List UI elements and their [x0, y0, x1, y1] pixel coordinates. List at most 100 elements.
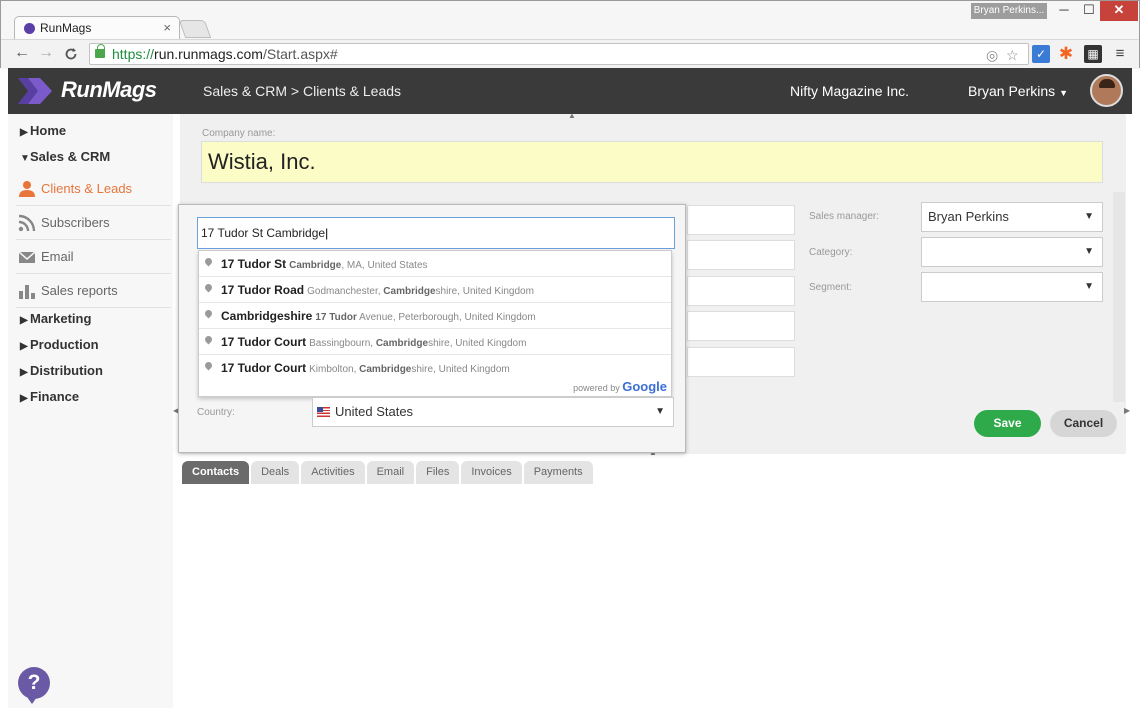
tab-close-icon[interactable]: ×	[163, 17, 171, 39]
suggestion-item[interactable]: 17 Tudor St Cambridge, MA, United States	[199, 251, 671, 277]
minimize-button[interactable]: ─	[1050, 1, 1078, 21]
extension-zapier-icon[interactable]: ✱	[1057, 45, 1075, 63]
caret-down-icon: ▼	[1059, 88, 1069, 98]
forward-icon[interactable]: →	[38, 44, 54, 62]
sidebar-item-email[interactable]: Email	[16, 240, 171, 274]
logo-text[interactable]: RunMags	[61, 77, 157, 103]
url-protocol: https://	[112, 46, 155, 62]
suggestion-item[interactable]: 17 Tudor Court Kimbolton, Cambridgeshire,…	[199, 355, 671, 381]
runmags-favicon-icon	[24, 23, 35, 34]
reload-icon[interactable]	[64, 47, 78, 61]
sidebar-item-finance[interactable]: ▶ Finance	[20, 389, 79, 404]
user-name: Bryan Perkins	[968, 83, 1056, 99]
suggestion-main: 17 Tudor Court	[221, 335, 307, 349]
address-bar[interactable]: https://run.runmags.com/Start.aspx# ◎ ☆	[89, 43, 1029, 65]
sales-manager-label: Sales manager:	[809, 211, 880, 222]
sidebar-item-label: Distribution	[30, 363, 103, 378]
extension-film-icon[interactable]: ▦	[1084, 45, 1102, 63]
tab-title: RunMags	[40, 21, 92, 35]
address-field[interactable]	[687, 311, 795, 341]
new-tab-button[interactable]	[178, 20, 212, 38]
location-icon[interactable]: ◎	[986, 45, 998, 65]
suggestion-secondary: 17 Tudor Avenue, Peterborough, United Ki…	[315, 312, 536, 323]
address-lookup-panel: 17 Tudor St Cambridge| 17 Tudor St Cambri…	[178, 204, 686, 453]
suggestion-secondary: Kimbolton, Cambridgeshire, United Kingdo…	[309, 364, 510, 375]
envelope-icon	[18, 251, 36, 263]
sidebar-item-clients-leads[interactable]: Clients & Leads	[16, 172, 171, 206]
browser-menu-icon[interactable]: ≡	[1111, 45, 1129, 63]
suggestion-main: 17 Tudor St	[221, 257, 287, 271]
company-name-label: Company name:	[202, 128, 276, 139]
sales-manager-select[interactable]: Bryan Perkins ▼	[921, 202, 1103, 232]
address-field[interactable]	[687, 240, 795, 270]
sidebar-item-label: Sales & CRM	[30, 149, 111, 164]
suggestion-main: 17 Tudor Road	[221, 283, 305, 297]
cancel-button[interactable]: Cancel	[1050, 410, 1117, 437]
collapse-arrow-icon: ▼	[20, 153, 30, 164]
address-field[interactable]	[687, 205, 795, 235]
google-logo: Google	[622, 379, 667, 394]
browser-window: RunMags × Bryan Perkins... ─ ☐ ✕ ← → htt…	[0, 0, 1140, 69]
organization-name[interactable]: Nifty Magazine Inc.	[790, 83, 909, 99]
browser-toolbar: ← → https://run.runmags.com/Start.aspx# …	[1, 39, 1139, 69]
bar-chart-icon	[19, 285, 35, 299]
sidebar-item-marketing[interactable]: ▶ Marketing	[20, 311, 91, 326]
close-window-button[interactable]: ✕	[1100, 1, 1138, 21]
chevron-down-icon: ▼	[1084, 246, 1094, 257]
sidebar-item-subscribers[interactable]: Subscribers	[16, 206, 171, 240]
address-field[interactable]	[687, 276, 795, 306]
user-menu[interactable]: Bryan Perkins ▼	[968, 83, 1068, 99]
address-field[interactable]	[687, 347, 795, 377]
company-name-input[interactable]: Wistia, Inc.	[201, 141, 1103, 183]
sidebar-item-home[interactable]: ▶ Home	[20, 123, 66, 138]
map-pin-icon	[203, 282, 214, 293]
tab-email[interactable]: Email	[366, 461, 415, 484]
collapse-up-icon[interactable]: ▲	[568, 111, 576, 120]
maximize-button[interactable]: ☐	[1075, 1, 1103, 21]
tab-contacts[interactable]: Contacts	[182, 461, 250, 484]
sidebar-item-label: Production	[30, 337, 99, 352]
bookmark-star-icon[interactable]: ☆	[1006, 45, 1019, 65]
suggestion-secondary: Cambridge, MA, United States	[289, 260, 428, 271]
suggestion-secondary: Bassingbourn, Cambridgeshire, United Kin…	[309, 338, 527, 349]
sales-manager-value: Bryan Perkins	[928, 209, 1009, 224]
breadcrumb: Sales & CRM > Clients & Leads	[203, 83, 402, 99]
suggestion-item[interactable]: 17 Tudor Road Godmanchester, Cambridgeshi…	[199, 277, 671, 303]
tab-payments[interactable]: Payments	[523, 461, 593, 484]
sidebar-item-label: Email	[41, 249, 74, 264]
segment-select[interactable]: ▼	[921, 272, 1103, 302]
suggestion-item[interactable]: Cambridgeshire 17 Tudor Avenue, Peterboro…	[199, 303, 671, 329]
sidebar-item-distribution[interactable]: ▶ Distribution	[20, 363, 103, 378]
back-icon[interactable]: ←	[14, 44, 30, 62]
extension-chart-icon[interactable]: ✓	[1032, 45, 1050, 63]
expand-arrow-icon: ▶	[20, 341, 28, 352]
sidebar-item-production[interactable]: ▶ Production	[20, 337, 99, 352]
browser-titlebar: RunMags × Bryan Perkins... ─ ☐ ✕	[1, 1, 1139, 40]
tab-files[interactable]: Files	[416, 461, 460, 484]
chevron-down-icon: ▼	[1084, 211, 1094, 222]
sidebar-item-sales-crm[interactable]: ▼Sales & CRM	[20, 149, 110, 164]
app-header: RunMags Sales & CRM > Clients & Leads Ni…	[8, 68, 1132, 114]
collapse-right-icon[interactable]: ▶	[1124, 406, 1130, 415]
sidebar-item-label: Finance	[30, 389, 80, 404]
sidebar: ▶ Home ▼Sales & CRM Clients & Leads Subsc…	[8, 114, 173, 708]
country-select[interactable]: United States ▼	[312, 397, 674, 427]
lock-icon	[95, 44, 105, 58]
suggestion-main: 17 Tudor Court	[221, 361, 307, 375]
browser-tab[interactable]: RunMags ×	[14, 16, 180, 40]
segment-label: Segment:	[809, 282, 852, 293]
tab-invoices[interactable]: Invoices	[461, 461, 522, 484]
address-search-input[interactable]: 17 Tudor St Cambridge|	[197, 217, 675, 249]
save-button[interactable]: Save	[974, 410, 1041, 437]
profile-chip[interactable]: Bryan Perkins...	[971, 3, 1047, 19]
avatar[interactable]	[1090, 74, 1123, 107]
tab-deals[interactable]: Deals	[251, 461, 300, 484]
us-flag-icon	[317, 407, 330, 417]
help-button[interactable]: ?	[18, 667, 50, 704]
suggestion-item[interactable]: 17 Tudor Court Bassingbourn, Cambridgeshi…	[199, 329, 671, 355]
form-scrollbar[interactable]	[1113, 192, 1125, 402]
tab-activities[interactable]: Activities	[301, 461, 365, 484]
address-query: 17 Tudor St Cambridge	[201, 226, 326, 240]
sidebar-item-sales-reports[interactable]: Sales reports	[16, 274, 171, 308]
category-select[interactable]: ▼	[921, 237, 1103, 267]
